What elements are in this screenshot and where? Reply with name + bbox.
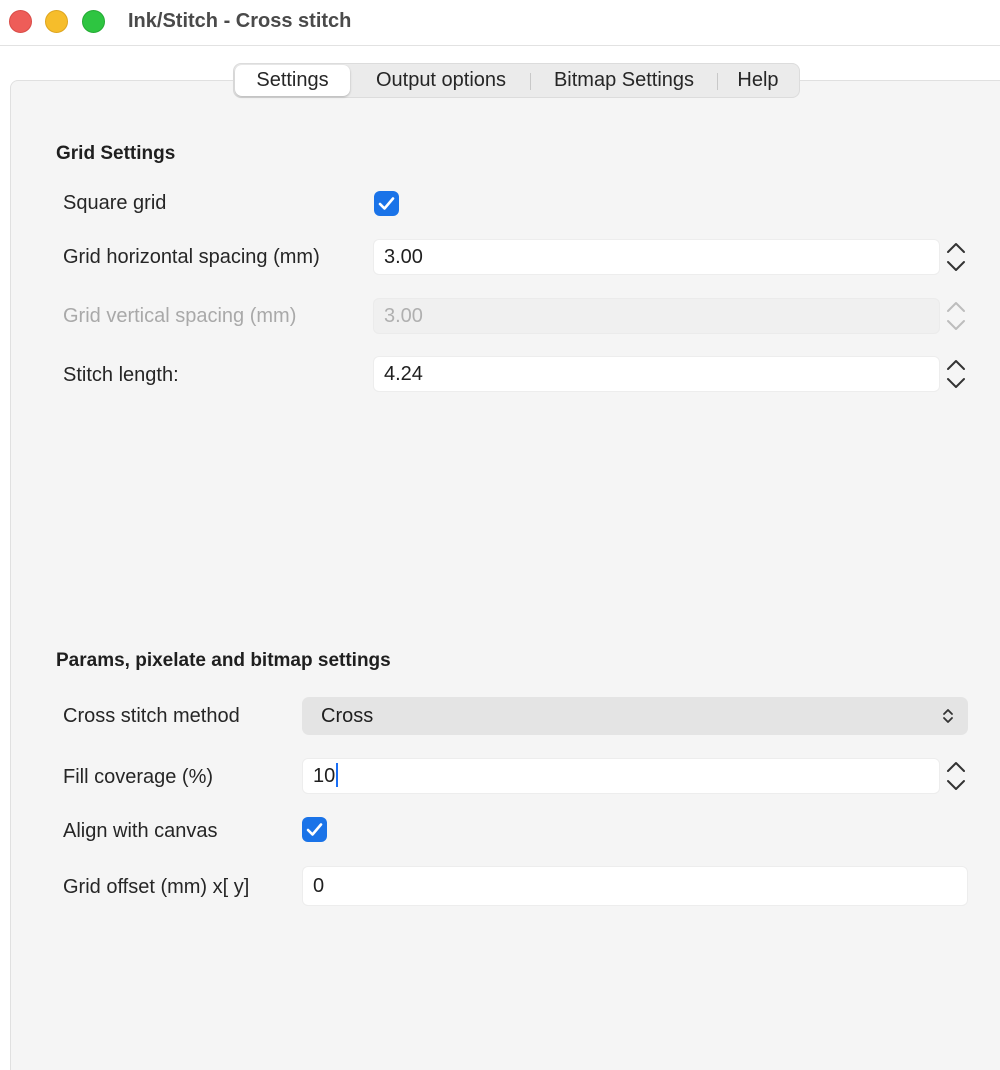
stepper-arrows-icon [947,360,965,388]
minimize-window-button[interactable] [45,10,68,33]
stitch-length-input[interactable]: 4.24 [373,356,940,392]
fill-coverage-value: 10 [313,765,336,787]
tab-settings[interactable]: Settings [235,65,350,96]
horizontal-spacing-label: Grid horizontal spacing (mm) [63,246,320,268]
stitch-length-stepper[interactable] [943,356,969,392]
tab-separator [717,73,718,90]
cross-stitch-method-label: Cross stitch method [63,705,240,727]
tab-bitmap-settings[interactable]: Bitmap Settings [534,64,714,97]
window-title: Ink/Stitch - Cross stitch [128,10,352,32]
vertical-spacing-input: 3.00 [373,298,940,334]
horizontal-spacing-input[interactable]: 3.00 [373,239,940,275]
tab-bar: Settings Output options Bitmap Settings … [233,63,800,98]
stepper-arrows-icon [947,302,965,330]
stitch-length-label: Stitch length: [63,364,179,386]
close-window-button[interactable] [9,10,32,33]
align-canvas-checkbox[interactable] [302,817,327,842]
checkmark-icon [306,823,323,836]
stepper-arrows-icon [947,762,965,790]
tab-output-options[interactable]: Output options [356,64,526,97]
grid-offset-input[interactable]: 0 [302,866,968,906]
tab-help[interactable]: Help [721,64,795,97]
square-grid-checkbox[interactable] [374,191,399,216]
checkmark-icon [378,197,395,210]
text-caret [336,763,339,788]
params-heading: Params, pixelate and bitmap settings [56,650,391,671]
vertical-spacing-label: Grid vertical spacing (mm) [63,305,297,327]
align-canvas-label: Align with canvas [63,820,218,842]
grid-offset-label: Grid offset (mm) x[ y] [63,876,250,898]
stepper-arrows-icon [947,243,965,271]
fill-coverage-stepper[interactable] [943,758,969,794]
fill-coverage-input[interactable]: 10 [302,758,940,794]
tab-separator [530,73,531,90]
square-grid-label: Square grid [63,192,167,214]
maximize-window-button[interactable] [82,10,105,33]
fill-coverage-label: Fill coverage (%) [63,766,214,788]
vertical-spacing-stepper [943,298,969,334]
cross-stitch-method-value: Cross [321,705,374,727]
content-panel [10,80,1000,1070]
grid-settings-heading: Grid Settings [56,143,176,164]
horizontal-spacing-stepper[interactable] [943,239,969,275]
select-arrows-icon [943,709,953,723]
cross-stitch-method-select[interactable]: Cross [302,697,968,735]
title-bar: Ink/Stitch - Cross stitch [0,0,1000,46]
